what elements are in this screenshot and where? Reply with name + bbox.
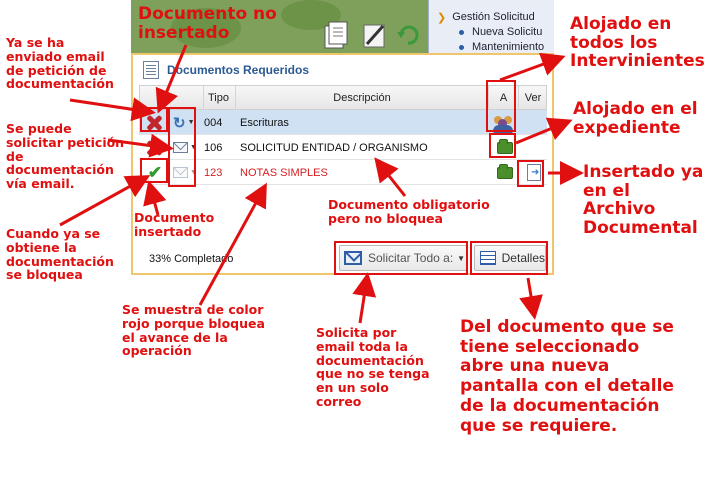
annotation-puede-solicitar: Se puede solicitar petición de documenta… bbox=[6, 121, 125, 191]
annotation-alojado-todos: Alojado en todos los Intervinientes bbox=[570, 14, 705, 72]
annotation-solicita-email: Solicita por email toda la documentación… bbox=[316, 325, 430, 409]
annotation-ya-enviado: Ya se ha enviado email de petición de do… bbox=[6, 35, 114, 92]
annotation-insertado-archivo: Insertado ya en el Archivo Documental bbox=[583, 162, 704, 239]
annotation-doc-no-insertado: Documento no insertado bbox=[138, 4, 277, 43]
annotation-color-rojo: Se muestra de color rojo porque bloquea … bbox=[122, 302, 265, 359]
annotation-del-documento: Del documento que se tiene seleccionado … bbox=[460, 317, 674, 436]
annotation-alojado-expediente: Alojado en el expediente bbox=[573, 99, 698, 138]
annotation-obligatorio: Documento obligatorio pero no bloquea bbox=[328, 197, 490, 226]
annotation-doc-insertado: Documento insertado bbox=[134, 210, 215, 239]
annotation-cuando-obtiene: Cuando ya se obtiene la documentación se… bbox=[6, 226, 114, 283]
